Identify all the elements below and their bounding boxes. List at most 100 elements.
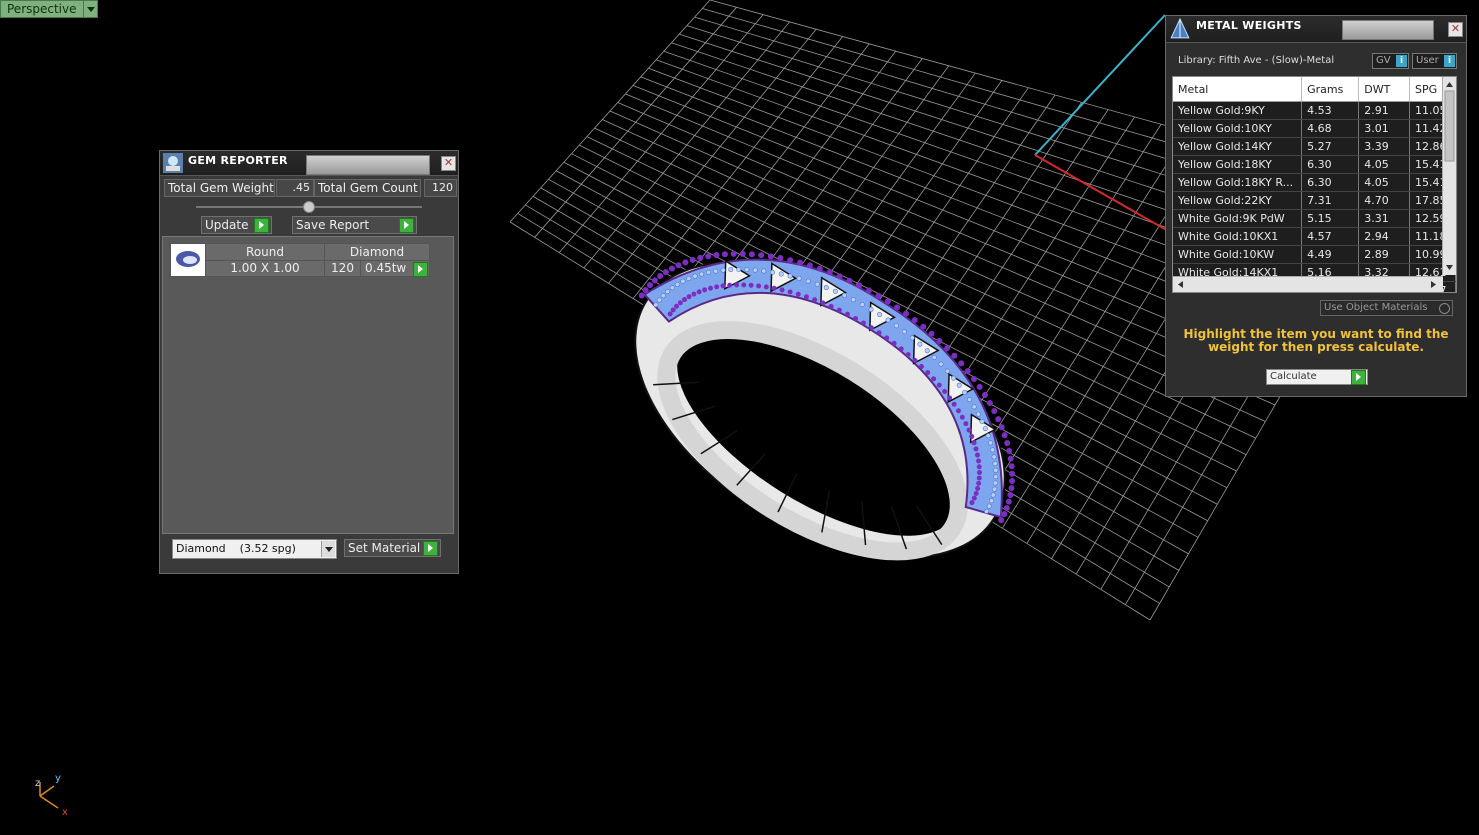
- horizontal-scrollbar[interactable]: [1173, 276, 1443, 292]
- material-select[interactable]: Diamond (3.52 spg): [172, 539, 337, 559]
- update-go-icon[interactable]: [254, 218, 269, 233]
- chevron-down-icon[interactable]: [321, 541, 335, 557]
- total-gem-count-value: 120: [424, 179, 457, 197]
- table-cell: Yellow Gold:22KY: [1173, 191, 1303, 210]
- table-cell: 5.15: [1301, 209, 1360, 228]
- weight-scale-icon: [1170, 18, 1190, 39]
- table-cell: 3.39: [1358, 137, 1410, 156]
- table-cell: 4.57: [1301, 227, 1360, 246]
- table-row[interactable]: Yellow Gold:18KY 6.30 4.05 15.41: [1173, 155, 1456, 174]
- metal-table[interactable]: Metal Grams DWT SPG Yellow Gold:9KY 4.53 2…: [1172, 76, 1457, 293]
- total-gem-weight-value: .45: [276, 179, 314, 197]
- user-label: User: [1416, 55, 1439, 66]
- col-grams[interactable]: Grams: [1301, 77, 1360, 102]
- scrollbar-arrows: [1444, 82, 1455, 270]
- metal-weights-titlebar[interactable]: METAL WEIGHTS ✕: [1166, 16, 1466, 43]
- table-cell: 5.27: [1301, 137, 1360, 156]
- close-icon[interactable]: ✕: [1448, 22, 1463, 37]
- table-cell: 7.31: [1301, 191, 1360, 210]
- slider-knob[interactable]: [303, 201, 315, 213]
- gv-button[interactable]: GV i: [1372, 53, 1409, 69]
- table-cell: 4.05: [1358, 155, 1410, 174]
- table-cell: 4.68: [1301, 119, 1360, 138]
- viewport-label[interactable]: Perspective: [0, 0, 84, 18]
- axis-gizmo-icon: z y x: [35, 773, 68, 818]
- info-icon[interactable]: i: [1396, 55, 1407, 67]
- gem-size: 1.00 X 1.00: [205, 259, 325, 277]
- table-cell: White Gold:10KW: [1173, 245, 1303, 264]
- save-report-button[interactable]: Save Report: [292, 216, 417, 234]
- set-material-button[interactable]: Set Material: [344, 539, 441, 557]
- calculate-label: Calculate: [1270, 371, 1317, 382]
- table-row[interactable]: Yellow Gold:14KY 5.27 3.39 12.86: [1173, 137, 1456, 156]
- table-row[interactable]: White Gold:9K PdW 5.15 3.31 12.59: [1173, 209, 1456, 228]
- total-gem-weight-label: Total Gem Weight: [164, 179, 275, 197]
- gem-reporter-icon: [163, 153, 183, 173]
- viewport-tab[interactable]: Perspective: [0, 0, 98, 18]
- total-gem-count-label: Total Gem Count: [314, 179, 421, 197]
- info-icon[interactable]: i: [1444, 55, 1455, 67]
- table-cell: Yellow Gold:18KY: [1173, 155, 1303, 174]
- gem-material: Diamond: [324, 243, 430, 261]
- gem-row[interactable]: Round Diamond 1.00 X 1.00 120 0.45tw: [170, 243, 430, 277]
- gem-reporter-panel: GEM REPORTER ✕ Total Gem Weight .45 Tota…: [159, 150, 459, 574]
- table-cell: White Gold:10KX1: [1173, 227, 1303, 246]
- axis-x-label: x: [62, 807, 68, 818]
- table-row[interactable]: White Gold:10KW 4.49 2.89 10.99: [1173, 245, 1456, 264]
- table-cell: White Gold:9K PdW: [1173, 209, 1303, 228]
- table-cell: 2.94: [1358, 227, 1410, 246]
- hint-text: Highlight the item you want to find the …: [1183, 327, 1449, 354]
- axis-y-label: y: [55, 773, 61, 784]
- table-row[interactable]: Yellow Gold:9KY 4.53 2.91 11.05: [1173, 101, 1456, 120]
- table-cell: Yellow Gold:10KY: [1173, 119, 1303, 138]
- table-cell: 2.91: [1358, 101, 1410, 120]
- y-axis-line: [1034, 14, 1166, 156]
- update-label: Update: [205, 218, 249, 232]
- table-cell: Yellow Gold:9KY: [1173, 101, 1303, 120]
- radio-icon[interactable]: [1439, 303, 1450, 314]
- viewport-dropdown-icon[interactable]: [83, 0, 98, 18]
- set-material-label: Set Material: [348, 541, 421, 555]
- table-cell: 4.49: [1301, 245, 1360, 264]
- title-strip: [306, 155, 430, 175]
- gv-label: GV: [1376, 55, 1391, 66]
- metal-weights-title: METAL WEIGHTS: [1196, 19, 1302, 32]
- update-button[interactable]: Update: [201, 216, 272, 234]
- calculate-go-icon[interactable]: [1351, 370, 1366, 385]
- calculate-button[interactable]: Calculate: [1266, 369, 1368, 385]
- gem-shape: Round: [205, 243, 325, 261]
- table-row[interactable]: Yellow Gold:18KY R... 6.30 4.05 15.41: [1173, 173, 1456, 192]
- gem-list[interactable]: Round Diamond 1.00 X 1.00 120 0.45tw: [162, 236, 454, 534]
- table-cell: 6.30: [1301, 155, 1360, 174]
- round-gem-icon: [176, 250, 200, 267]
- save-report-label: Save Report: [296, 218, 370, 232]
- table-row[interactable]: White Gold:10KX1 4.57 2.94 11.18: [1173, 227, 1456, 246]
- gem-weight-cell: 0.45tw: [360, 259, 430, 277]
- table-row[interactable]: Yellow Gold:10KY 4.68 3.01 11.42: [1173, 119, 1456, 138]
- gem-reporter-title: GEM REPORTER: [188, 154, 288, 167]
- use-object-materials-toggle[interactable]: Use Object Materials: [1320, 300, 1453, 316]
- user-button[interactable]: User i: [1412, 53, 1457, 69]
- set-material-go-icon[interactable]: [423, 541, 438, 556]
- table-cell: 3.31: [1358, 209, 1410, 228]
- library-label: Library: Fifth Ave - (Slow)-Metal: [1178, 55, 1335, 66]
- close-icon[interactable]: ✕: [441, 156, 456, 171]
- col-dwt[interactable]: DWT: [1358, 77, 1410, 102]
- table-cell: 3.01: [1358, 119, 1410, 138]
- vertical-scrollbar[interactable]: [1442, 77, 1456, 275]
- scroll-arrows-icon: [1178, 281, 1436, 288]
- table-cell: 4.05: [1358, 173, 1410, 192]
- gem-slider[interactable]: [196, 201, 422, 213]
- x-axis-line: [1034, 154, 1171, 233]
- table-cell: Yellow Gold:18KY R...: [1173, 173, 1303, 192]
- table-cell: 4.70: [1358, 191, 1410, 210]
- gem-go-icon[interactable]: [413, 261, 428, 277]
- table-row[interactable]: Yellow Gold:22KY 7.31 4.70 17.85: [1173, 191, 1456, 210]
- title-strip: [1342, 20, 1434, 40]
- gem-reporter-titlebar[interactable]: GEM REPORTER ✕: [160, 151, 458, 176]
- table-cell: Yellow Gold:14KY: [1173, 137, 1303, 156]
- use-object-materials-label: Use Object Materials: [1324, 302, 1428, 313]
- col-metal[interactable]: Metal: [1173, 77, 1303, 102]
- metal-weights-panel: METAL WEIGHTS ✕ Library: Fifth Ave - (Sl…: [1165, 15, 1467, 397]
- save-report-go-icon[interactable]: [399, 218, 414, 233]
